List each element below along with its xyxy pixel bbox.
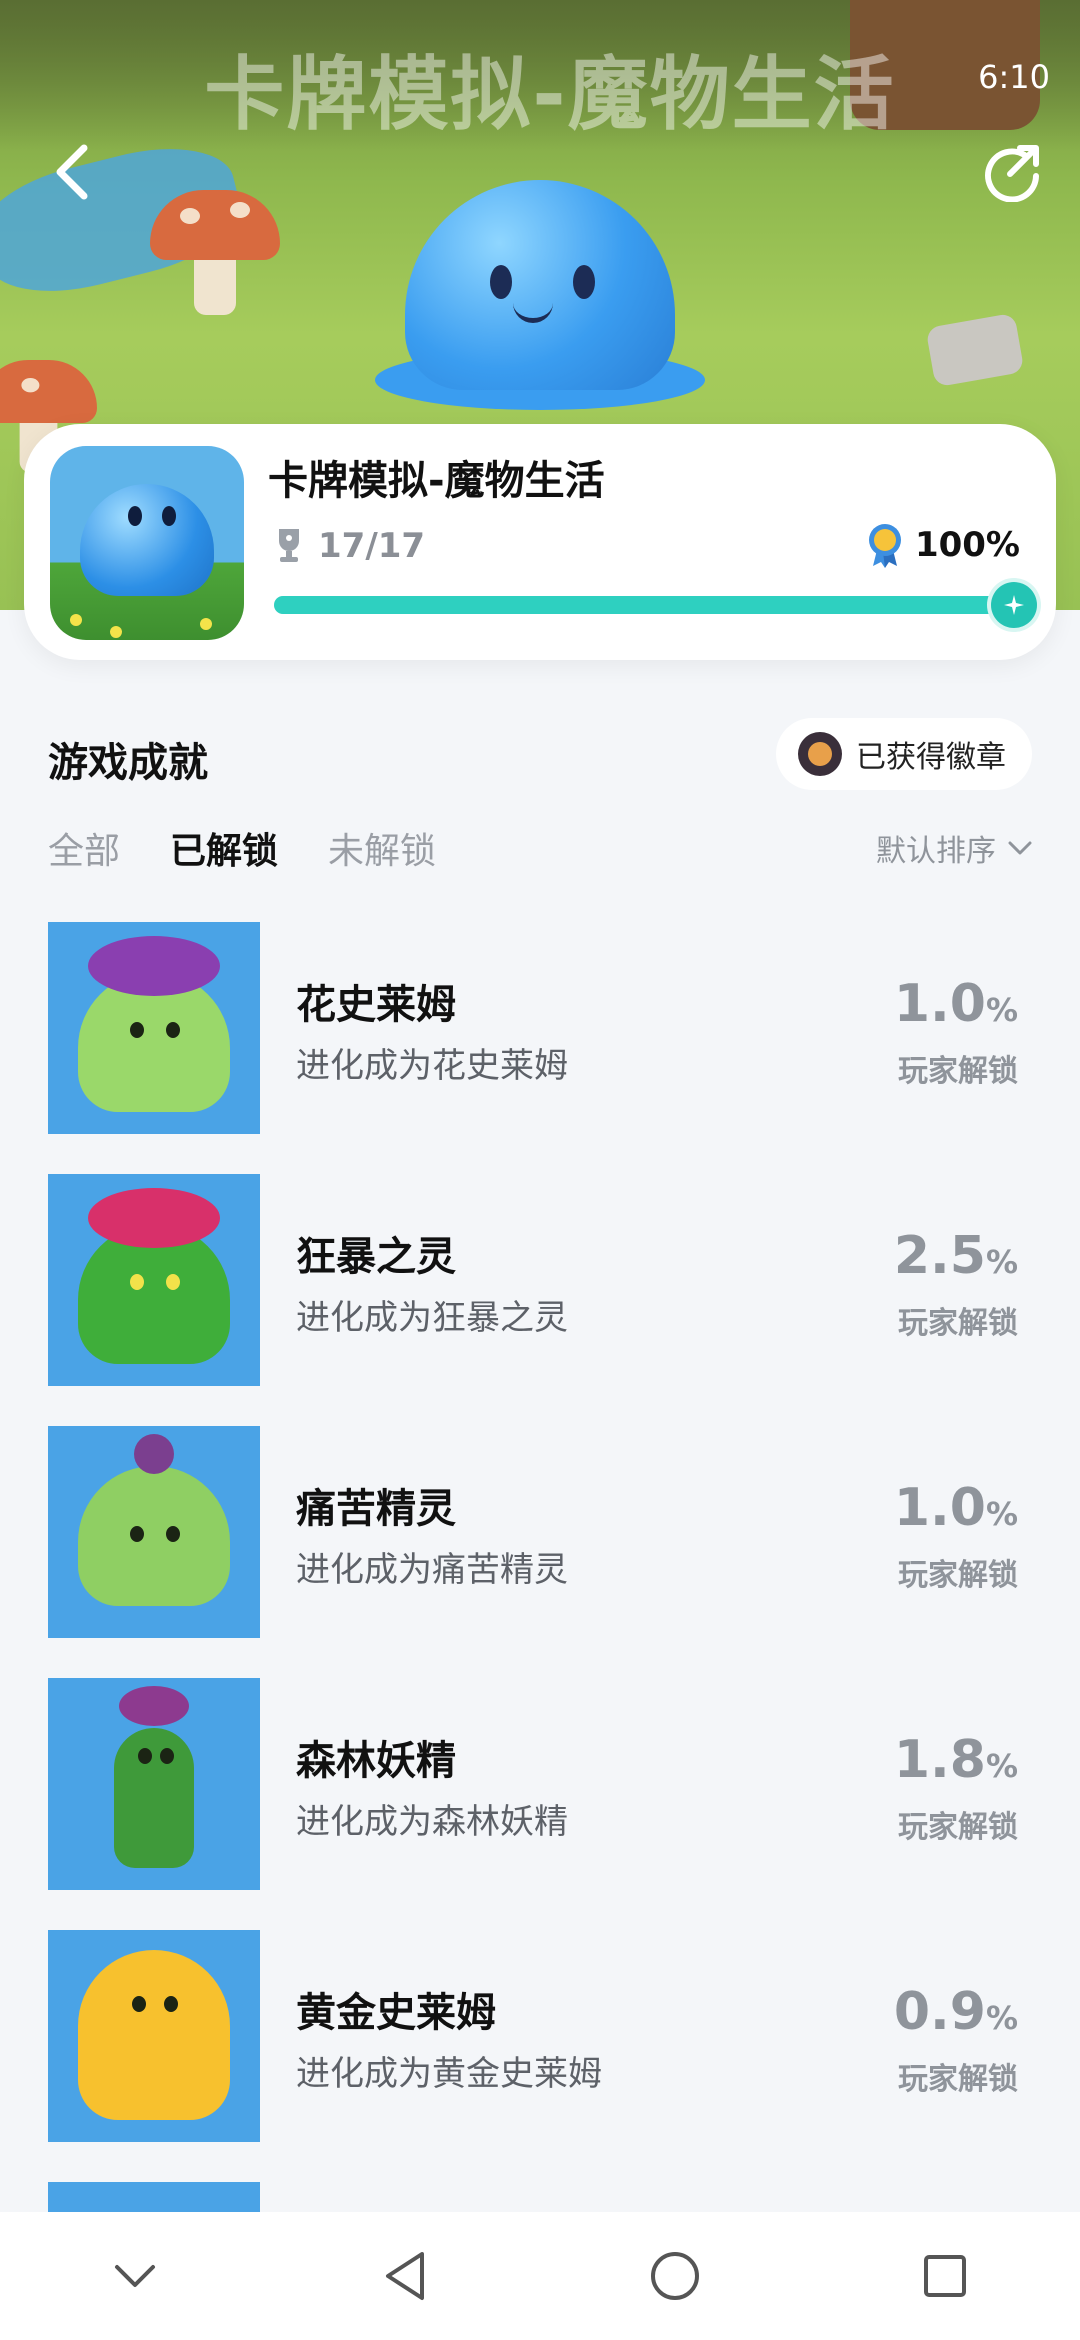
achievement-description: 进化成为花史莱姆 [296, 1046, 568, 1086]
game-icon [50, 446, 244, 640]
earned-badges-button[interactable]: 已获得徽章 [776, 718, 1032, 790]
share-icon [985, 145, 1039, 202]
achievement-item[interactable]: 狂暴之灵 进化成为狂暴之灵 2.5% 玩家解锁 [0, 1174, 1080, 1426]
unlock-percent-label: 玩家解锁 [898, 2062, 1018, 2097]
achievement-list: 花史莱姆 进化成为花史莱姆 1.0% 玩家解锁 狂暴之灵 进化成为狂暴之灵 2.… [0, 922, 1080, 2182]
achievement-name: 花史莱姆 [296, 982, 456, 1028]
achievement-description: 进化成为狂暴之灵 [296, 1298, 568, 1338]
unlock-percent: 0.9% [893, 1982, 1018, 2042]
triangle-back-icon [386, 2252, 424, 2300]
chevron-left-icon [56, 144, 88, 200]
overlay-title: 卡牌模拟-魔物生活 [204, 48, 896, 141]
achievement-thumbnail-forest-fairy [48, 1678, 260, 1890]
system-navigation-bar [0, 2212, 1080, 2340]
nav-back-button[interactable] [360, 2231, 450, 2321]
achievement-thumbnail-partial [48, 2182, 260, 2212]
circle-home-icon [651, 2252, 699, 2300]
trophy-icon [279, 529, 299, 562]
achievement-description: 进化成为森林妖精 [296, 1802, 568, 1842]
achievement-item[interactable]: 花史莱姆 进化成为花史莱姆 1.0% 玩家解锁 [0, 922, 1080, 1174]
status-time: 6:10 [978, 58, 1050, 96]
square-recents-icon [924, 2255, 966, 2297]
achievement-count: 17/17 [274, 526, 425, 566]
unlock-percent: 1.8% [893, 1730, 1018, 1790]
unlock-percent-label: 玩家解锁 [898, 1054, 1018, 1089]
completion-percent: 100% [865, 522, 1020, 568]
tab-all[interactable]: 全部 [48, 822, 120, 874]
earned-badges-label: 已获得徽章 [856, 740, 1006, 775]
sparkle-icon [1004, 595, 1024, 615]
section-title: 游戏成就 [48, 740, 208, 786]
game-title: 卡牌模拟-魔物生活 [268, 458, 605, 504]
progress-knob [991, 582, 1037, 628]
unlock-percent-label: 玩家解锁 [898, 1558, 1018, 1593]
unlock-percent: 1.0% [893, 974, 1018, 1034]
achievement-description: 进化成为痛苦精灵 [296, 1550, 568, 1590]
blue-slime-illustration [375, 180, 705, 410]
unlock-percent-label: 玩家解锁 [898, 1306, 1018, 1341]
achievement-name: 黄金史莱姆 [296, 1990, 496, 2036]
nav-home-button[interactable] [630, 2231, 720, 2321]
achievement-description: 进化成为黄金史莱姆 [296, 2054, 602, 2094]
achievement-thumbnail-golden-slime [48, 1930, 260, 2142]
banner-rock [925, 312, 1025, 388]
achievement-item[interactable]: 痛苦精灵 进化成为痛苦精灵 1.0% 玩家解锁 [0, 1426, 1080, 1678]
badge-avatar [798, 732, 842, 776]
progress-fill [274, 596, 1014, 614]
medal-icon [868, 524, 901, 568]
achievement-thumbnail-rage-spirit [48, 1174, 260, 1386]
achievement-thumbnail-flower-slime [48, 922, 260, 1134]
unlock-percent: 1.0% [893, 1478, 1018, 1538]
unlock-percent-label: 玩家解锁 [898, 1810, 1018, 1845]
collapse-button[interactable] [90, 2231, 180, 2321]
sort-label: 默认排序 [876, 834, 996, 869]
achievement-thumbnail-pain-spirit [48, 1426, 260, 1638]
completion-text: 100% [914, 525, 1020, 565]
achievement-item[interactable]: 黄金史莱姆 进化成为黄金史莱姆 0.9% 玩家解锁 [0, 1930, 1080, 2182]
game-info-card: 卡牌模拟-魔物生活 17/17 100% [24, 424, 1056, 660]
back-button[interactable] [40, 140, 104, 204]
chevron-down-icon [115, 2265, 155, 2287]
achievement-name: 痛苦精灵 [296, 1486, 456, 1532]
unlock-percent: 2.5% [893, 1226, 1018, 1286]
achievement-count-text: 17/17 [318, 526, 426, 566]
completion-progress-bar [274, 582, 1037, 628]
achievement-item[interactable]: 森林妖精 进化成为森林妖精 1.8% 玩家解锁 [0, 1678, 1080, 1930]
chevron-down-icon [1008, 841, 1032, 855]
tab-unlocked[interactable]: 已解锁 [170, 822, 278, 874]
achievement-name: 狂暴之灵 [296, 1234, 456, 1280]
sort-dropdown[interactable]: 默认排序 [876, 826, 1032, 870]
share-button[interactable] [980, 140, 1044, 204]
filter-tabs: 全部 已解锁 未解锁 [48, 822, 436, 874]
nav-recents-button[interactable] [900, 2231, 990, 2321]
tab-locked[interactable]: 未解锁 [328, 822, 436, 874]
achievement-name: 森林妖精 [296, 1738, 456, 1784]
